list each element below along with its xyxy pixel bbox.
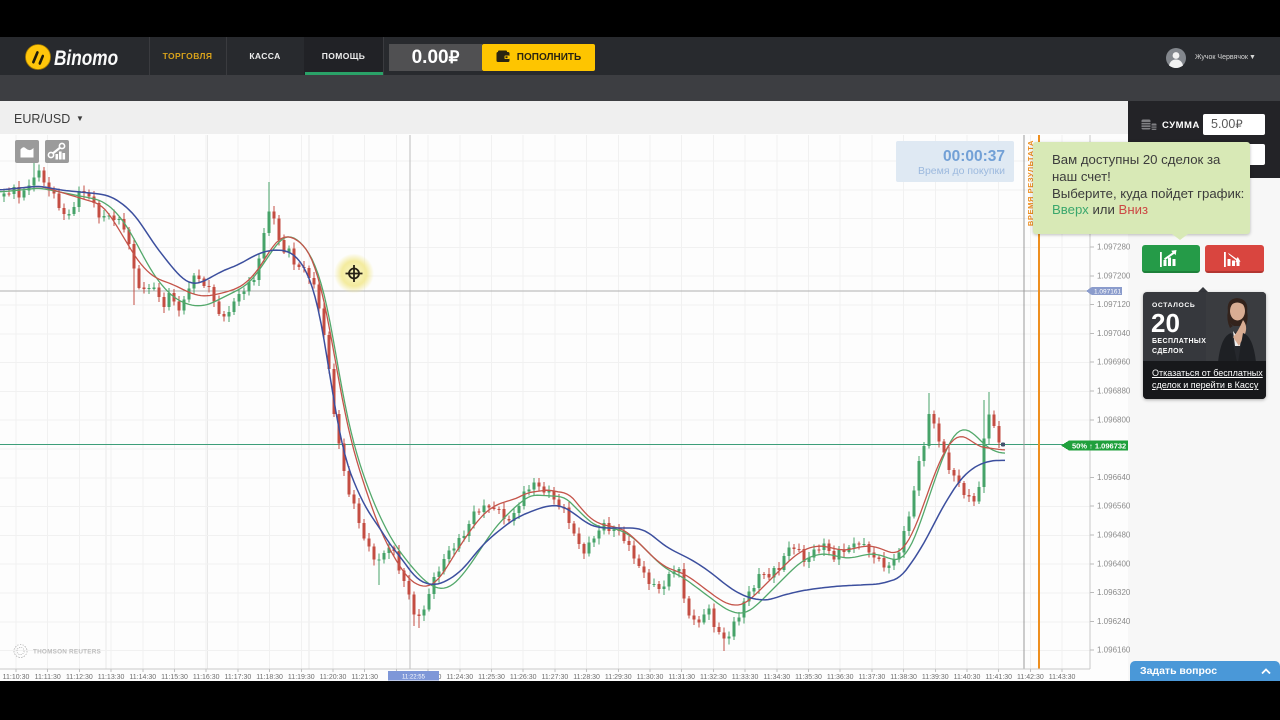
svg-text:1.096800: 1.096800: [1097, 415, 1131, 424]
svg-text:11:41:30: 11:41:30: [985, 674, 1012, 681]
svg-text:1.097200: 1.097200: [1097, 271, 1131, 280]
svg-text:11:21:30: 11:21:30: [351, 674, 378, 681]
svg-text:11:26:30: 11:26:30: [510, 674, 537, 681]
svg-text:11:31:30: 11:31:30: [668, 674, 695, 681]
svg-text:11:43:30: 11:43:30: [1049, 674, 1076, 681]
svg-text:11:28:30: 11:28:30: [573, 674, 600, 681]
svg-text:1.097120: 1.097120: [1097, 300, 1131, 309]
svg-text:11:32:30: 11:32:30: [700, 674, 727, 681]
svg-text:11:20:30: 11:20:30: [320, 674, 347, 681]
svg-text:11:27:30: 11:27:30: [542, 674, 569, 681]
svg-text:50% ↑ 1.096732: 50% ↑ 1.096732: [1072, 441, 1126, 450]
svg-text:11:35:30: 11:35:30: [795, 674, 822, 681]
svg-text:11:40:30: 11:40:30: [954, 674, 981, 681]
svg-text:1.096320: 1.096320: [1097, 588, 1131, 597]
svg-text:11:13:30: 11:13:30: [98, 674, 125, 681]
svg-text:11:11:30: 11:11:30: [35, 674, 61, 681]
svg-text:11:24:30: 11:24:30: [446, 674, 473, 681]
svg-text:11:18:30: 11:18:30: [256, 674, 283, 681]
svg-text:1.096880: 1.096880: [1097, 387, 1131, 396]
svg-text:11:39:30: 11:39:30: [922, 674, 949, 681]
svg-text:1.096960: 1.096960: [1097, 358, 1131, 367]
svg-text:1.096480: 1.096480: [1097, 531, 1131, 540]
svg-text:11:15:30: 11:15:30: [161, 674, 188, 681]
svg-text:11:33:30: 11:33:30: [732, 674, 759, 681]
svg-text:1.096240: 1.096240: [1097, 617, 1131, 626]
svg-text:1.096160: 1.096160: [1097, 646, 1131, 655]
svg-text:1.097280: 1.097280: [1097, 243, 1131, 252]
svg-text:11:12:30: 11:12:30: [66, 674, 93, 681]
svg-text:1.096560: 1.096560: [1097, 502, 1131, 511]
svg-text:11:10:30: 11:10:30: [3, 674, 30, 681]
svg-text:11:29:30: 11:29:30: [605, 674, 632, 681]
svg-text:1.097040: 1.097040: [1097, 329, 1131, 338]
svg-text:11:16:30: 11:16:30: [193, 674, 220, 681]
svg-text:THOMSON REUTERS: THOMSON REUTERS: [33, 649, 102, 656]
svg-text:11:22:55: 11:22:55: [402, 675, 426, 681]
svg-text:11:34:30: 11:34:30: [763, 674, 790, 681]
svg-text:11:17:30: 11:17:30: [225, 674, 252, 681]
svg-text:11:38:30: 11:38:30: [890, 674, 917, 681]
svg-text:11:14:30: 11:14:30: [129, 674, 156, 681]
svg-text:11:25:30: 11:25:30: [478, 674, 505, 681]
svg-text:1.096640: 1.096640: [1097, 473, 1131, 482]
svg-text:11:19:30: 11:19:30: [288, 674, 315, 681]
svg-text:11:36:30: 11:36:30: [827, 674, 854, 681]
svg-text:11:37:30: 11:37:30: [859, 674, 886, 681]
svg-text:11:30:30: 11:30:30: [637, 674, 664, 681]
svg-text:1.096400: 1.096400: [1097, 559, 1131, 568]
svg-text:11:42:30: 11:42:30: [1017, 674, 1044, 681]
svg-text:1.097161: 1.097161: [1094, 289, 1121, 296]
